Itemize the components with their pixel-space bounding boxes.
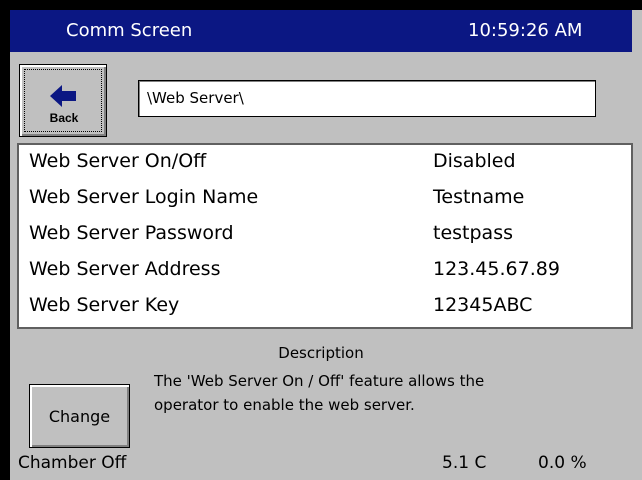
settings-row[interactable]: Web Server Address 123.45.67.89: [19, 253, 631, 289]
setting-name: Web Server Key: [29, 294, 180, 316]
description-text: The 'Web Server On / Off' feature allows…: [154, 369, 594, 417]
title-bar: Comm Screen 10:59:26 AM: [10, 10, 632, 52]
temperature-readout: 5.1 C: [442, 453, 487, 473]
device-frame: Comm Screen 10:59:26 AM Back \Web Server…: [0, 0, 642, 480]
settings-row[interactable]: Web Server Login Name Testname: [19, 181, 631, 217]
setting-value: Testname: [433, 186, 525, 208]
comm-screen: Comm Screen 10:59:26 AM Back \Web Server…: [10, 10, 642, 480]
setting-value: Disabled: [433, 150, 516, 172]
setting-value: testpass: [433, 222, 513, 244]
setting-name: Web Server Password: [29, 222, 234, 244]
setting-name: Web Server On/Off: [29, 150, 207, 172]
settings-row[interactable]: Web Server Key 12345ABC: [19, 289, 631, 325]
settings-list: Web Server On/Off Disabled Web Server Lo…: [17, 143, 633, 329]
settings-row[interactable]: Web Server On/Off Disabled: [19, 145, 631, 181]
change-button[interactable]: Change: [29, 384, 130, 448]
setting-value: 123.45.67.89: [433, 258, 560, 280]
setting-name: Web Server Address: [29, 258, 221, 280]
clock: 10:59:26 AM: [468, 20, 583, 41]
setting-name: Web Server Login Name: [29, 186, 259, 208]
description-line: The 'Web Server On / Off' feature allows…: [154, 372, 485, 390]
chamber-status: Chamber Off: [18, 453, 127, 473]
back-button[interactable]: Back: [19, 64, 107, 137]
screen-title: Comm Screen: [66, 20, 193, 41]
humidity-readout: 0.0 %: [538, 453, 587, 473]
left-arrow-icon: [50, 85, 76, 107]
setting-value: 12345ABC: [433, 294, 533, 316]
description-title: Description: [278, 344, 364, 362]
path-field: \Web Server\: [138, 80, 596, 117]
back-button-label: Back: [49, 111, 79, 125]
description-line: operator to enable the web server.: [154, 396, 415, 414]
settings-row[interactable]: Web Server Password testpass: [19, 217, 631, 253]
